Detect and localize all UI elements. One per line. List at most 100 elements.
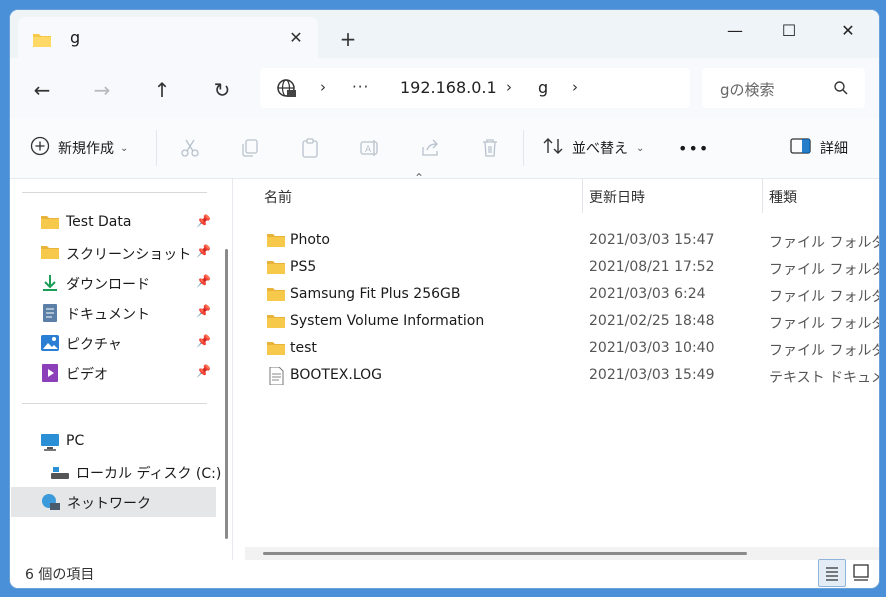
sidebar-item-label: ビデオ: [66, 367, 108, 383]
plus-circle-icon: [30, 136, 50, 160]
close-button[interactable]: ✕: [825, 16, 871, 46]
chevron-right-icon[interactable]: ›: [572, 78, 578, 96]
download-icon: [40, 274, 60, 292]
drive-icon: [50, 463, 70, 481]
breadcrumb-g[interactable]: g: [538, 78, 548, 97]
delete-button[interactable]: [479, 135, 501, 161]
file-row[interactable]: PS5 2021/08/21 17:52 ファイル フォルダー: [240, 255, 879, 282]
sort-button[interactable]: 並べ替え ⌄: [542, 135, 644, 161]
column-header-modified[interactable]: 更新日時: [589, 187, 645, 207]
sidebar-item-test-data[interactable]: Test Data 📌: [10, 208, 215, 238]
video-icon: [40, 364, 60, 382]
sidebar-item-videos[interactable]: ビデオ 📌: [10, 358, 215, 388]
rename-button[interactable]: A: [359, 135, 381, 161]
file-row[interactable]: Samsung Fit Plus 256GB 2021/03/03 6:24 フ…: [240, 282, 879, 309]
network-location-icon: [276, 78, 298, 104]
up-button[interactable]: ↑: [148, 76, 176, 104]
rename-icon: A: [360, 140, 378, 156]
chevron-right-icon[interactable]: ›: [506, 78, 512, 96]
sidebar-item-documents[interactable]: ドキュメント 📌: [10, 298, 215, 328]
column-header-name[interactable]: 名前: [264, 187, 292, 207]
details-view-button[interactable]: [818, 559, 846, 587]
sidebar-item-pc[interactable]: PC: [10, 427, 215, 457]
clipboard-icon: [302, 138, 318, 158]
sidebar-item-label: PC: [66, 433, 85, 449]
pin-icon[interactable]: 📌: [196, 214, 211, 228]
address-bar[interactable]: › ··· 192.168.0.1 › g ›: [260, 68, 690, 108]
file-row[interactable]: test 2021/03/03 10:40 ファイル フォルダー: [240, 336, 879, 363]
minimize-button[interactable]: —: [712, 16, 758, 46]
copy-button[interactable]: [239, 135, 261, 161]
separator: [156, 130, 157, 166]
trash-icon: [483, 139, 497, 157]
pin-icon[interactable]: 📌: [196, 304, 211, 318]
svg-text:A: A: [365, 145, 372, 155]
sidebar-item-downloads[interactable]: ダウンロード 📌: [10, 268, 215, 298]
scissors-icon: [181, 139, 199, 157]
column-header-type[interactable]: 種類: [769, 187, 797, 207]
refresh-button[interactable]: ↻: [208, 76, 236, 104]
new-button[interactable]: 新規作成 ⌄: [30, 135, 128, 161]
file-name: test: [290, 340, 317, 356]
divider: [22, 192, 207, 193]
file-row[interactable]: System Volume Information 2021/02/25 18:…: [240, 309, 879, 336]
sort-button-label: 並べ替え: [572, 141, 628, 157]
paste-button[interactable]: [299, 135, 321, 161]
folder-icon: [266, 340, 286, 358]
new-button-label: 新規作成: [58, 141, 114, 157]
file-type: テキスト ドキュメント: [769, 370, 879, 386]
file-type: ファイル フォルダー: [769, 262, 879, 278]
sidebar-item-network[interactable]: ネットワーク: [11, 487, 216, 517]
column-separator[interactable]: [582, 179, 583, 213]
file-row[interactable]: BOOTEX.LOG 2021/03/03 15:49 テキスト ドキュメント: [240, 363, 879, 390]
file-type: ファイル フォルダー: [769, 343, 879, 359]
horizontal-scrollbar[interactable]: [245, 547, 879, 560]
thumbnail-view-button[interactable]: [848, 559, 874, 585]
search-input[interactable]: gの検索: [720, 79, 775, 100]
sort-ascending-icon: ⌃: [414, 171, 425, 185]
command-bar: 新規作成 ⌄ A 並べ替え ⌄ ••• 詳細: [10, 118, 879, 179]
chevron-right-icon[interactable]: ›: [320, 78, 326, 96]
sidebar-scrollbar[interactable]: [225, 249, 228, 539]
breadcrumb-overflow-button[interactable]: ···: [352, 78, 369, 96]
list-view-icon: [826, 567, 838, 581]
sidebar-item-label: Test Data: [66, 214, 132, 230]
pin-icon[interactable]: 📌: [196, 274, 211, 288]
file-row[interactable]: Photo 2021/03/03 15:47 ファイル フォルダー: [240, 228, 879, 255]
sidebar-item-screenshots[interactable]: スクリーンショット 📌: [10, 238, 215, 268]
maximize-button[interactable]: ☐: [766, 16, 812, 46]
file-name: Samsung Fit Plus 256GB: [290, 286, 461, 302]
search-box[interactable]: gの検索: [702, 68, 865, 108]
computer-icon: [40, 433, 60, 451]
more-options-button[interactable]: •••: [678, 135, 709, 161]
share-button[interactable]: [419, 135, 441, 161]
pin-icon[interactable]: 📌: [196, 334, 211, 348]
tab-g[interactable]: g ✕: [18, 17, 318, 58]
file-modified: 2021/02/25 18:48: [589, 313, 715, 329]
column-separator[interactable]: [762, 179, 763, 213]
share-icon: [422, 139, 438, 156]
details-pane-button[interactable]: 詳細: [790, 135, 848, 161]
breadcrumb-192-168-0-1[interactable]: 192.168.0.1: [400, 78, 497, 97]
sidebar-item-label: ネットワーク: [67, 496, 151, 512]
folder-icon: [266, 259, 286, 277]
navigation-bar: ← → ↑ ↻ › ··· 192.168.0.1 › g › gの検索: [10, 58, 879, 118]
sidebar-item-pictures[interactable]: ピクチャ 📌: [10, 328, 215, 358]
new-tab-button[interactable]: +: [336, 27, 360, 51]
details-pane-label: 詳細: [820, 141, 848, 157]
forward-button[interactable]: →: [88, 76, 116, 104]
pictures-icon: [40, 334, 60, 352]
sidebar-item-label: ドキュメント: [66, 307, 150, 323]
details-pane-icon: [790, 137, 812, 159]
tab-close-icon[interactable]: ✕: [284, 26, 308, 50]
cut-button[interactable]: [179, 135, 201, 161]
sidebar-item-local-disk[interactable]: ローカル ディスク (C:): [10, 457, 221, 487]
scrollbar-thumb[interactable]: [263, 552, 747, 555]
file-modified: 2021/08/21 17:52: [589, 259, 715, 275]
tab-title: g: [70, 28, 81, 47]
back-button[interactable]: ←: [28, 76, 56, 104]
network-icon: [41, 493, 61, 511]
pane-divider[interactable]: [232, 179, 233, 560]
pin-icon[interactable]: 📌: [196, 244, 211, 258]
pin-icon[interactable]: 📌: [196, 364, 211, 378]
